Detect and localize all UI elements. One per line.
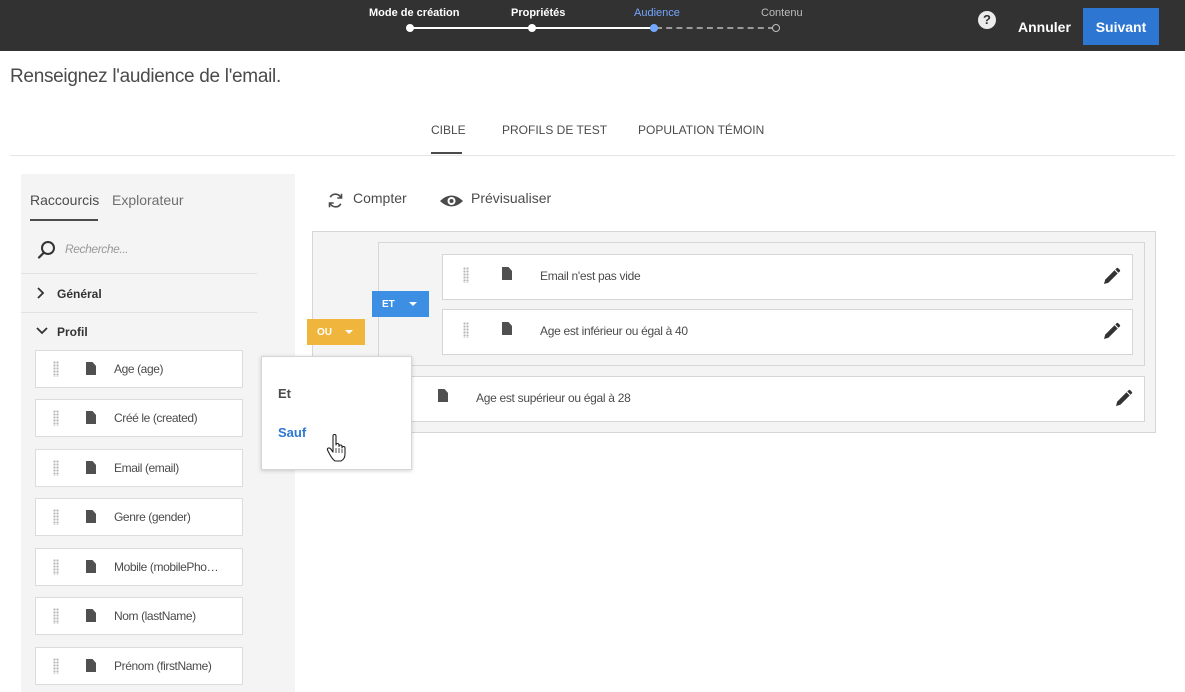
operator-label: ET (382, 298, 395, 310)
chevron-down-icon (36, 325, 48, 339)
pencil-icon[interactable] (1101, 267, 1121, 287)
document-icon (438, 389, 448, 402)
search-icon (37, 241, 55, 259)
step-mode-creation[interactable]: Mode de création (369, 7, 459, 19)
drag-handle-icon[interactable] (53, 460, 59, 476)
count-button[interactable]: Compter (353, 190, 407, 206)
field-created[interactable]: Créé le (created) (35, 399, 243, 437)
document-icon (86, 411, 96, 424)
or-operator-button[interactable]: OU (307, 319, 365, 345)
search-input[interactable] (63, 241, 247, 257)
field-gender[interactable]: Genre (gender) (35, 498, 243, 536)
step-audience[interactable]: Audience (634, 7, 680, 19)
drag-handle-icon[interactable] (463, 322, 469, 338)
active-panel-tab-indicator (30, 219, 98, 221)
field-label: Nom (lastName) (114, 609, 196, 623)
and-operator-button[interactable]: ET (372, 291, 429, 317)
refresh-icon[interactable] (327, 192, 344, 209)
rule-age-lte-40[interactable]: Age est inférieur ou égal à 40 (442, 309, 1133, 355)
next-button[interactable]: Suivant (1083, 8, 1159, 45)
preview-button[interactable]: Prévisualiser (471, 190, 551, 206)
drag-handle-icon[interactable] (53, 509, 59, 525)
field-label: Prénom (firstName) (114, 659, 212, 673)
document-icon (502, 267, 512, 280)
step-proprietes[interactable]: Propriétés (511, 7, 565, 19)
section-label: Profil (57, 325, 88, 339)
field-email[interactable]: Email (email) (35, 449, 243, 487)
panel-tab-explorateur[interactable]: Explorateur (112, 192, 184, 208)
search-box (21, 230, 257, 274)
field-mobile[interactable]: Mobile (mobilePho… (35, 548, 243, 586)
step-contenu[interactable]: Contenu (761, 7, 803, 19)
drag-handle-icon[interactable] (53, 361, 59, 377)
tab-profils-de-test[interactable]: PROFILS DE TEST (502, 123, 607, 137)
field-label: Créé le (created) (114, 411, 198, 425)
document-icon (502, 322, 512, 335)
field-label: Age (age) (114, 362, 164, 376)
eye-icon[interactable] (439, 194, 464, 208)
document-icon (86, 461, 96, 474)
dropdown-option-et[interactable]: Et (278, 386, 291, 401)
pencil-icon[interactable] (1113, 389, 1133, 409)
rule-label: Email n'est pas vide (540, 269, 641, 283)
document-icon (86, 659, 96, 672)
step-dot (406, 24, 414, 32)
operator-label: OU (317, 326, 332, 338)
field-lastname[interactable]: Nom (lastName) (35, 597, 243, 635)
step-dot (528, 24, 536, 32)
document-icon (86, 609, 96, 622)
progress-line-remaining (656, 27, 774, 29)
rule-label: Age est supérieur ou égal à 28 (476, 391, 631, 405)
chevron-right-icon (36, 287, 46, 302)
active-tab-indicator (431, 152, 462, 154)
drag-handle-icon[interactable] (53, 608, 59, 624)
drag-handle-icon[interactable] (53, 410, 59, 426)
document-icon (86, 560, 96, 573)
step-dot-active (650, 24, 658, 32)
field-label: Email (email) (114, 461, 179, 475)
field-firstname[interactable]: Prénom (firstName) (35, 647, 243, 685)
caret-down-icon (409, 302, 417, 306)
dropdown-option-sauf[interactable]: Sauf (278, 425, 306, 440)
section-profil[interactable]: Profil (21, 314, 257, 350)
caret-down-icon (345, 330, 353, 334)
field-label: Mobile (mobilePho… (114, 560, 219, 574)
section-label: Général (57, 287, 102, 301)
hand-pointer-cursor-icon (326, 434, 346, 462)
page-title: Renseignez l'audience de l'email. (10, 66, 281, 87)
drag-handle-icon[interactable] (463, 267, 469, 283)
field-label: Genre (gender) (114, 510, 191, 524)
document-icon (86, 362, 96, 375)
question-circle-icon[interactable]: ? (978, 11, 996, 29)
field-age[interactable]: Age (age) (35, 350, 243, 388)
drag-handle-icon[interactable] (53, 658, 59, 674)
rule-email-not-empty[interactable]: Email n'est pas vide (442, 254, 1133, 300)
pencil-icon[interactable] (1101, 322, 1121, 342)
panel-tab-raccourcis[interactable]: Raccourcis (30, 192, 99, 208)
section-general[interactable]: Général (21, 276, 257, 313)
document-icon (86, 510, 96, 523)
top-bar: Mode de création Propriétés Audience Con… (0, 0, 1185, 51)
drag-handle-icon[interactable] (53, 559, 59, 575)
divider (10, 155, 1175, 156)
step-dot-future (772, 24, 780, 32)
tab-cible[interactable]: CIBLE (431, 123, 466, 137)
cancel-button[interactable]: Annuler (1010, 8, 1079, 45)
rule-label: Age est inférieur ou égal à 40 (540, 324, 688, 338)
rule-age-gte-28[interactable]: Age est supérieur ou égal à 28 (378, 376, 1145, 422)
tab-population-temoin[interactable]: POPULATION TÉMOIN (638, 123, 764, 137)
